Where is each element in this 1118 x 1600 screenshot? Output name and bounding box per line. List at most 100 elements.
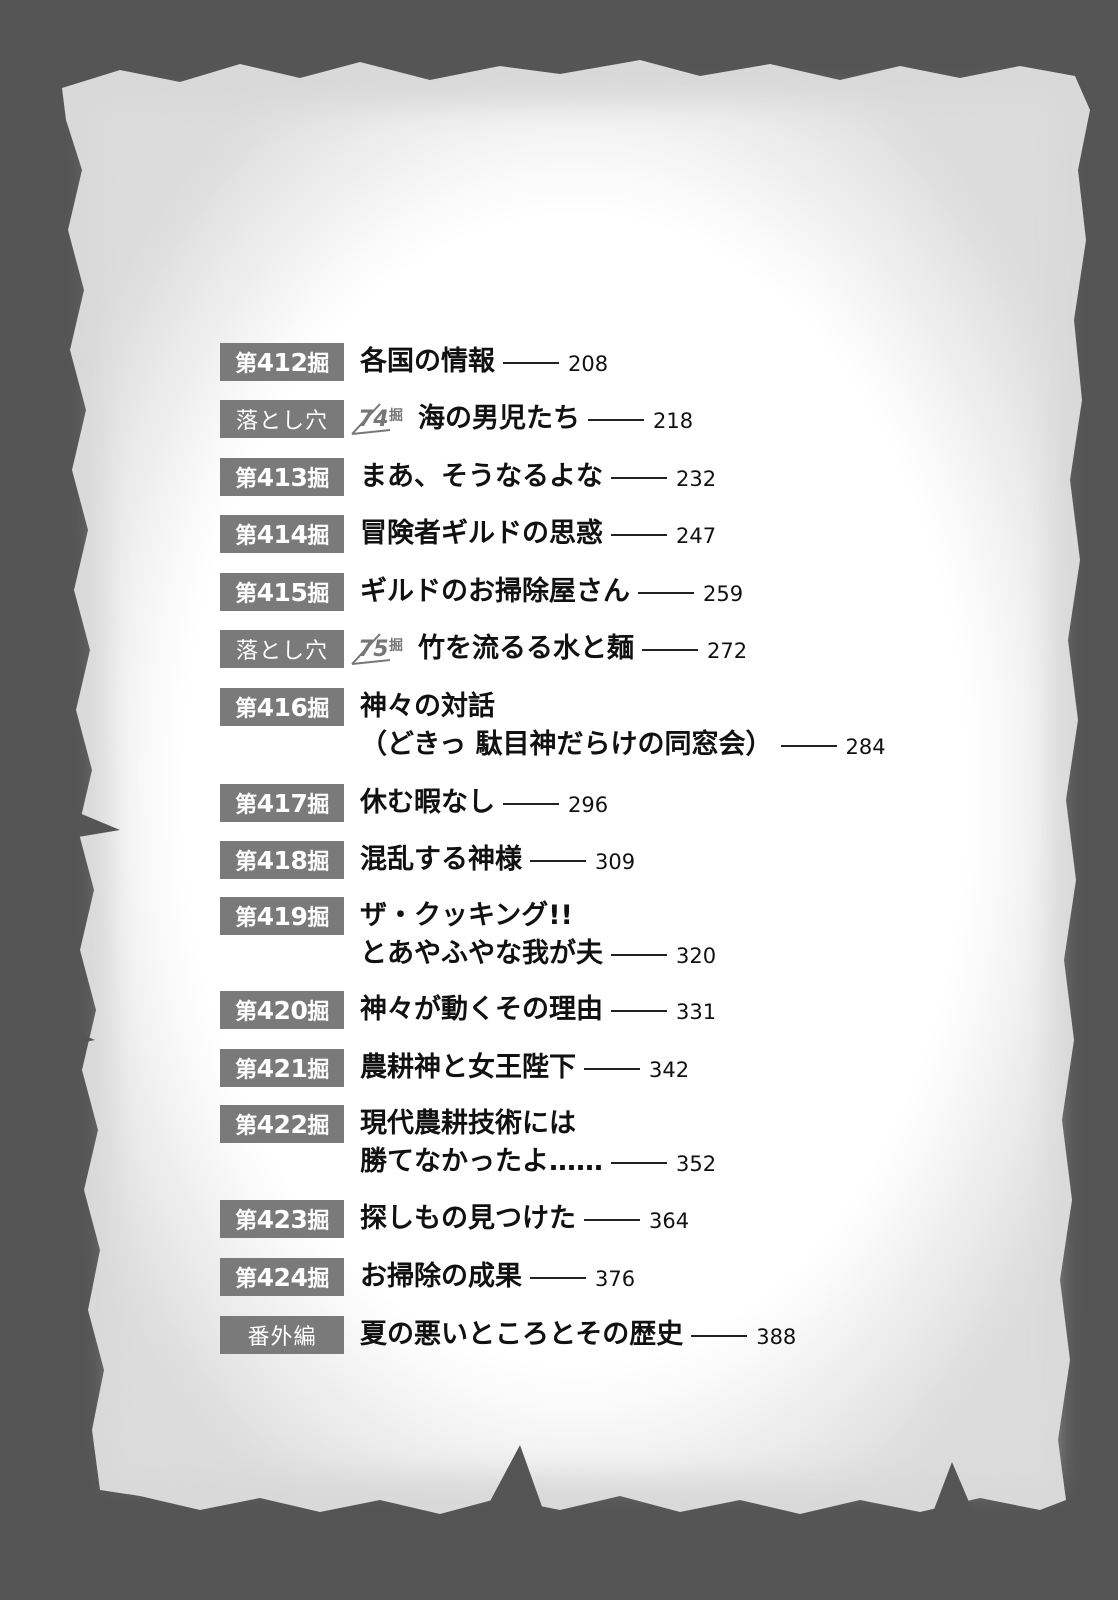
toc-entry[interactable]: 第 415 掘 ギルドのお掃除屋さん 259: [220, 573, 743, 611]
chapter-title-text: ギルドのお掃除屋さん: [360, 576, 630, 607]
toc-entry[interactable]: 第 421 掘農耕神と女王陛下 342: [220, 1049, 689, 1087]
dash-leader: [530, 860, 586, 862]
toc-entry[interactable]: 第 424 掘お掃除の成果 376: [220, 1258, 635, 1296]
chapter-number: 415: [256, 577, 308, 607]
chapter-title-text: ザ・クッキング!!: [360, 900, 573, 931]
toc-entry[interactable]: 第 417 掘休む暇なし 296: [220, 784, 608, 822]
chapter-suffix: 掘: [307, 793, 329, 818]
side-story-suffix-text: 掘: [389, 637, 403, 654]
chapter-suffix: 掘: [307, 1000, 329, 1025]
toc-entry[interactable]: 第 418 掘混乱する神様 309: [220, 841, 635, 879]
chapter-label: 落とし穴: [220, 630, 344, 668]
dash-leader: [503, 803, 559, 805]
dash-leader: [584, 1219, 640, 1221]
chapter-label: 第 420 掘: [220, 991, 344, 1029]
chapter-suffix: 掘: [307, 1267, 329, 1292]
chapter-suffix: 掘: [307, 906, 329, 931]
toc-entry[interactable]: 第 422 掘現代農耕技術には 勝てなかったよ…… 352: [220, 1105, 716, 1181]
toc-entry[interactable]: 番外編 夏の悪いところとその歴史 388: [220, 1316, 796, 1354]
chapter-title-line: 探しもの見つけた 364: [360, 1200, 689, 1238]
toc-entry[interactable]: 落とし穴 74 掘海の男児たち 218: [220, 400, 693, 438]
dash-leader: [691, 1335, 748, 1337]
chapter-title: 夏の悪いところとその歴史 388: [360, 1316, 796, 1354]
chapter-prefix: 第: [235, 697, 257, 722]
chapter-number: 418: [256, 845, 308, 875]
dash-leader: [611, 1162, 667, 1164]
chapter-prefix: 第: [235, 793, 257, 818]
chapter-title-line: とあやふやな我が夫 320: [360, 935, 716, 973]
chapter-label: 第 419 掘: [220, 897, 344, 935]
chapter-title-line: 冒険者ギルドの思惑 247: [360, 515, 716, 553]
dash-leader: [503, 362, 559, 364]
chapter-title-text: 神々が動くその理由: [360, 994, 603, 1025]
chapter-title-text: 神々の対話: [360, 691, 495, 722]
chapter-title-line: まあ、そうなるよな 232: [360, 458, 716, 496]
chapter-suffix: 掘: [307, 524, 329, 549]
toc-entry[interactable]: 落とし穴 75 掘竹を流るる水と麺 272: [220, 630, 747, 668]
toc-entry[interactable]: 第 423 掘探しもの見つけた 364: [220, 1200, 689, 1238]
toc-entry[interactable]: 第 412 掘各国の情報 208: [220, 343, 608, 381]
chapter-label: 第 418 掘: [220, 841, 344, 879]
dash-leader: [530, 1277, 586, 1279]
chapter-suffix: 掘: [307, 582, 329, 607]
chapter-title: 混乱する神様 309: [360, 841, 635, 879]
chapter-label: 第 422 掘: [220, 1105, 344, 1143]
page-number: 218: [653, 409, 694, 433]
chapter-label: 第 421 掘: [220, 1049, 344, 1087]
side-story-suffix-text: 掘: [389, 407, 403, 424]
chapter-title: ザ・クッキング!! とあやふやな我が夫 320: [360, 897, 716, 973]
chapter-title-text: 冒険者ギルドの思惑: [360, 518, 603, 549]
page-number: 376: [595, 1267, 636, 1291]
side-story-num-text: 75: [358, 637, 389, 662]
page-number: 296: [568, 793, 609, 817]
chapter-title-text: 休む暇なし: [360, 787, 495, 818]
chapter-title-line: 混乱する神様 309: [360, 841, 635, 879]
toc-entry[interactable]: 第 416 掘神々の対話 （どきっ 駄目神だらけの同窓会） 284: [220, 688, 886, 764]
chapter-title: 神々が動くその理由 331: [360, 991, 716, 1029]
chapter-number: 417: [256, 788, 308, 818]
chapter-suffix: 掘: [307, 352, 329, 377]
side-story-number: 75 掘: [350, 630, 414, 668]
chapter-prefix: 第: [235, 582, 257, 607]
chapter-title-text: 夏の悪いところとその歴史: [360, 1319, 684, 1350]
chapter-title-text: とあやふやな我が夫: [360, 938, 603, 969]
chapter-title: まあ、そうなるよな 232: [360, 458, 716, 496]
page-number: 388: [756, 1325, 797, 1349]
chapter-title-line: お掃除の成果 376: [360, 1258, 635, 1296]
side-story-number: 74 掘: [350, 400, 414, 438]
chapter-title-text: お掃除の成果: [360, 1261, 522, 1292]
chapter-title: 休む暇なし 296: [360, 784, 608, 822]
chapter-title-line: 現代農耕技術には: [360, 1105, 716, 1143]
chapter-title-text: 探しもの見つけた: [360, 1203, 576, 1234]
chapter-title-line: 神々の対話: [360, 688, 886, 726]
chapter-label: 落とし穴: [220, 400, 344, 438]
chapter-title-text: 現代農耕技術には: [360, 1108, 576, 1139]
page-number: 309: [595, 850, 636, 874]
chapter-prefix: 第: [235, 1209, 257, 1234]
side-story-num-text: 74: [358, 407, 389, 432]
toc-entry[interactable]: 第 413 掘まあ、そうなるよな 232: [220, 458, 716, 496]
chapter-title-line: 各国の情報 208: [360, 343, 608, 381]
chapter-prefix: 第: [235, 1058, 257, 1083]
dash-leader: [638, 592, 694, 594]
chapter-title-line: 夏の悪いところとその歴史 388: [360, 1316, 796, 1354]
section-label: 番外編: [247, 1325, 317, 1350]
page-number: 232: [676, 467, 717, 491]
chapter-number: 420: [256, 995, 308, 1025]
chapter-number: 412: [256, 347, 308, 377]
chapter-title-line: 竹を流るる水と麺 272: [418, 630, 747, 668]
page-number: 259: [703, 582, 744, 606]
chapter-title-text: 勝てなかったよ……: [360, 1146, 603, 1177]
dash-leader: [611, 534, 667, 536]
toc-entry[interactable]: 第 420 掘神々が動くその理由 331: [220, 991, 716, 1029]
chapter-title: 竹を流るる水と麺 272: [418, 630, 747, 668]
dash-leader: [588, 419, 644, 421]
chapter-title-text: 混乱する神様: [360, 844, 522, 875]
chapter-label: 第 413 掘: [220, 458, 344, 496]
chapter-suffix: 掘: [307, 1058, 329, 1083]
page-number: 364: [649, 1209, 690, 1233]
chapter-label: 第 417 掘: [220, 784, 344, 822]
toc-entry[interactable]: 第 419 掘ザ・クッキング!! とあやふやな我が夫 320: [220, 897, 716, 973]
toc-entry[interactable]: 第 414 掘冒険者ギルドの思惑 247: [220, 515, 716, 553]
chapter-title-line: 休む暇なし 296: [360, 784, 608, 822]
